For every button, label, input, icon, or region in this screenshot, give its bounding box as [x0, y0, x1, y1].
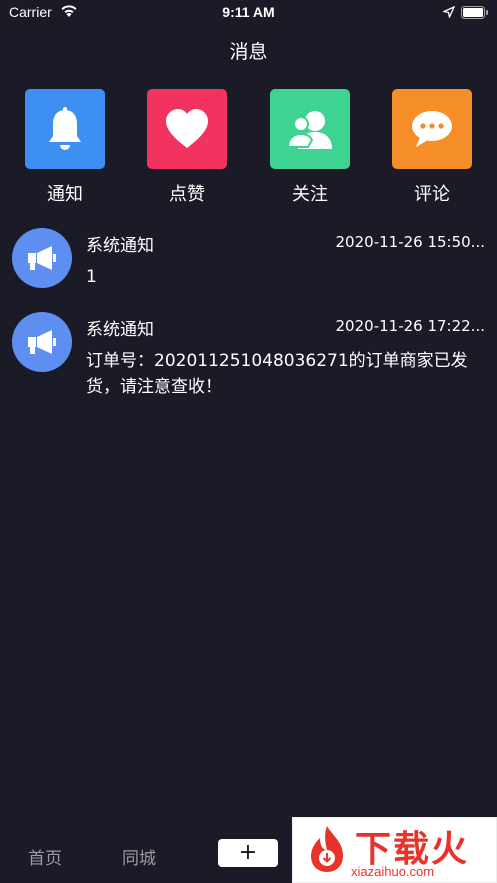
watermark-banner: 下载火 xiazaihuo.com [292, 817, 497, 883]
status-bar: Carrier 9:11 AM [0, 0, 497, 26]
message-avatar [12, 228, 72, 288]
message-item[interactable]: 系统通知 2020-11-26 17:22... 订单号：20201125104… [0, 312, 497, 397]
message-body: 1 [86, 267, 97, 287]
message-body: 订单号：20201125104803627​1的订单商家已发货，请注意查收！ [86, 351, 468, 397]
message-item[interactable]: 系统通知 2020-11-26 15:50... 1 [0, 228, 497, 308]
category-label-follow: 关注 [292, 184, 328, 205]
category-label-comment: 评论 [414, 184, 450, 205]
comment-category-button[interactable] [392, 89, 472, 169]
message-title: 系统通知 [86, 320, 154, 340]
message-avatar [12, 312, 72, 372]
message-title: 系统通知 [86, 236, 154, 256]
bell-icon [49, 107, 81, 150]
page-title: 消息 [229, 41, 268, 63]
category-label-notice: 通知 [47, 184, 83, 205]
like-category-button[interactable] [147, 89, 227, 169]
follow-category-button[interactable] [270, 89, 350, 169]
add-post-button[interactable]: + [218, 839, 278, 867]
category-label-like: 点赞 [169, 184, 205, 205]
user-follow-icon [286, 111, 332, 149]
message-time: 2020-11-26 17:22... [335, 317, 485, 335]
comment-icon [412, 111, 452, 147]
megaphone-icon [28, 330, 56, 354]
battery-icon [461, 6, 488, 19]
heart-icon [166, 109, 208, 148]
watermark-url: xiazaihuo.com [351, 864, 435, 879]
flame-logo-icon [311, 826, 343, 872]
message-time: 2020-11-26 15:50... [335, 233, 485, 251]
megaphone-icon [28, 246, 56, 270]
location-arrow-icon [443, 6, 455, 18]
tab-home[interactable]: 首页 [28, 844, 62, 869]
notice-category-button[interactable] [25, 89, 105, 169]
tab-city[interactable]: 同城 [122, 844, 156, 869]
status-time: 9:11 AM [222, 4, 275, 20]
